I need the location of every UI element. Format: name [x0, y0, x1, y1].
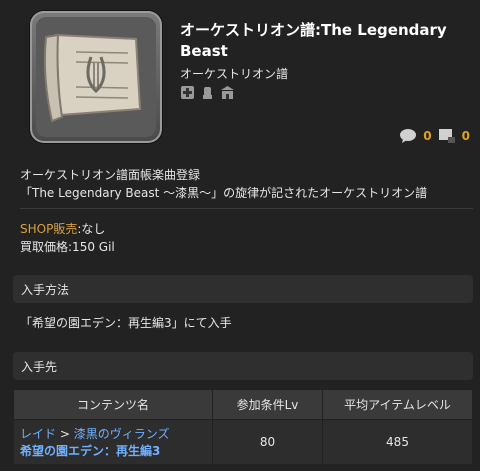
orchestrion-scroll-icon — [36, 17, 156, 137]
description-line-1: オーケストリオン譜面帳楽曲登録 — [20, 168, 201, 182]
item-counts: 0 0 — [399, 128, 470, 144]
content-name-link[interactable]: 希望の園エデン：再生編3 — [20, 442, 211, 459]
item-icon — [30, 11, 162, 143]
level-cell: 80 — [212, 419, 323, 464]
item-description: オーケストリオン譜面帳楽曲登録 「The Legendary Beast ～漆黒… — [20, 166, 427, 202]
hand-icon — [203, 87, 212, 99]
shop-info: SHOP販売:なし 買取価格:150 Gil — [20, 220, 115, 256]
content-cell: レイド > 漆黒のヴィランズ 希望の園エデン：再生編3 — [14, 419, 213, 464]
table-row: レイド > 漆黒のヴィランズ 希望の園エデン：再生編3 80 485 — [14, 419, 473, 464]
item-title: オーケストリオン譜:The Legendary Beast — [180, 21, 447, 60]
breadcrumb-separator: > — [59, 427, 70, 441]
plus-shield-icon — [181, 86, 194, 99]
obtain-section-header: 入手方法 — [13, 275, 473, 303]
shop-label: SHOP販売 — [20, 222, 78, 236]
image-upload-icon[interactable] — [438, 128, 456, 144]
image-count[interactable]: 0 — [462, 129, 470, 143]
breadcrumb-raid-link[interactable]: レイド — [20, 427, 56, 441]
column-header-content[interactable]: コンテンツ名 — [14, 390, 213, 420]
ilvl-cell: 485 — [322, 419, 473, 464]
source-section-header: 入手先 — [13, 352, 473, 380]
comment-count[interactable]: 0 — [423, 129, 431, 143]
divider — [20, 208, 473, 209]
description-line-2: 「The Legendary Beast ～漆黒～」の旋律が記されたオーケストリ… — [20, 186, 428, 200]
comment-icon[interactable] — [399, 128, 417, 144]
market-icon — [221, 86, 234, 99]
obtain-heading: 入手方法 — [21, 283, 70, 297]
shop-value: :なし — [77, 222, 106, 236]
column-header-level[interactable]: 参加条件Lv — [212, 390, 323, 420]
breadcrumb-series-link[interactable]: 漆黒のヴィランズ — [74, 427, 170, 441]
obtain-text: 「希望の園エデン：再生編3」にて入手 — [20, 316, 232, 330]
sell-price-value: :150 Gil — [68, 240, 115, 254]
source-heading: 入手先 — [21, 360, 58, 374]
sell-price-label: 買取価格 — [20, 240, 69, 254]
item-flags — [180, 85, 235, 100]
item-category: オーケストリオン譜 — [180, 67, 289, 81]
column-header-ilvl[interactable]: 平均アイテムレベル — [322, 390, 473, 420]
source-table: コンテンツ名 参加条件Lv 平均アイテムレベル レイド > 漆黒のヴィランズ 希… — [14, 390, 473, 464]
